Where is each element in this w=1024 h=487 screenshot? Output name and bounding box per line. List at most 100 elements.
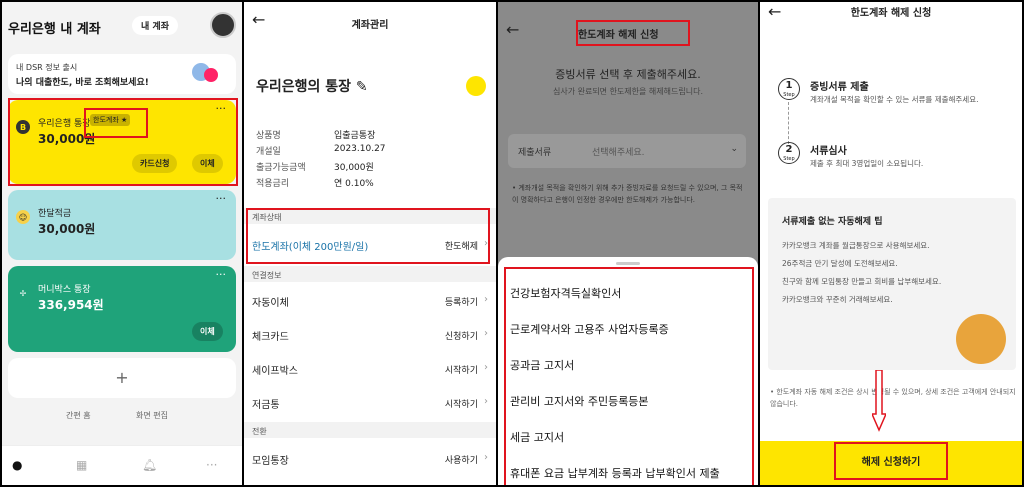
step-title: 서류심사 xyxy=(810,146,847,157)
chevron-right-icon: › xyxy=(484,452,488,463)
home-header: 우리은행 내 계좌 내 계좌 xyxy=(8,12,236,40)
chevron-right-icon: › xyxy=(484,362,488,373)
dimmed-background: ← 한도계좌 해제 신청 증빙서류 선택 후 제출해주세요. 심사가 완료되면 … xyxy=(498,2,758,257)
account-card-moneybox[interactable]: ✢ 머니박스 통장 336,954원 ··· 이체 xyxy=(8,266,236,352)
select-placeholder: 선택해주세요. xyxy=(592,148,645,158)
grid-icon[interactable]: ▦ xyxy=(76,458,87,472)
tip-item: 26주적금 만기 달성에 도전해보세요. xyxy=(782,259,898,268)
section-header: 전환 xyxy=(244,422,496,438)
savings-icon: ☺ xyxy=(16,210,30,224)
account-management-screen: ← 계좌관리 우리은행의 통장 ✎ 상품명 입출금통장 개설일 2023.10.… xyxy=(244,2,496,485)
arrow-down-icon xyxy=(872,370,886,432)
step-number: 2 Step xyxy=(778,142,800,164)
bell-icon[interactable]: 🔔︎ xyxy=(142,458,157,472)
account-name: 한달적금 xyxy=(38,209,72,219)
banner-line1: 내 DSR 정보 출시 xyxy=(16,63,78,72)
info-value: 입출금통장 xyxy=(334,131,376,141)
link-label: 체크카드 xyxy=(252,332,289,343)
document-select[interactable]: 제출서류 선택해주세요. ⌄ xyxy=(508,134,746,168)
highlight-box xyxy=(504,267,754,485)
transfer-button[interactable]: 이체 xyxy=(192,322,223,341)
tip-item: 카카오뱅크 계좌를 월급통장으로 사용해보세요. xyxy=(782,241,930,250)
more-icon[interactable]: ··· xyxy=(216,192,227,205)
screenshot-collage: 우리은행 내 계좌 내 계좌 내 DSR 정보 출시 나의 대출한도, 바로 조… xyxy=(0,0,1024,487)
dsr-banner[interactable]: 내 DSR 정보 출시 나의 대출한도, 바로 조회해보세요! xyxy=(8,54,236,94)
tip-box: 서류제출 없는 자동해제 팁 카카오뱅크 계좌를 월급통장으로 사용해보세요. … xyxy=(768,198,1016,370)
tip-item: 친구와 함께 모임통장 만들고 회비를 납부해보세요. xyxy=(782,277,942,286)
banner-illustration-icon xyxy=(204,68,218,82)
step-title: 증빙서류 제출 xyxy=(810,82,869,93)
account-balance: 336,954원 xyxy=(38,298,104,312)
instruction-title: 증빙서류 선택 후 제출해주세요. xyxy=(555,68,701,81)
document-select-screen: ← 한도계좌 해제 신청 증빙서류 선택 후 제출해주세요. 심사가 완료되면 … xyxy=(498,2,758,485)
info-key: 개설일 xyxy=(256,147,281,157)
bottom-tab-bar: ● ▦ 🔔︎ ··· xyxy=(2,445,242,485)
step-number: 1 Step xyxy=(778,78,800,100)
moneybox-icon: ✢ xyxy=(19,288,27,298)
page-title: 한도계좌 해제 신청 xyxy=(850,8,932,19)
link-row[interactable]: 체크카드 신청하기 › xyxy=(252,324,488,348)
info-value: 30,000원 xyxy=(334,163,374,173)
account-name[interactable]: 우리은행의 통장 ✎ xyxy=(256,76,368,96)
link-action[interactable]: 시작하기 xyxy=(445,363,478,376)
more-icon[interactable]: ··· xyxy=(216,268,227,281)
instruction-subtitle: 심사가 완료되면 한도제한을 해제해드립니다. xyxy=(552,87,703,96)
add-account-button[interactable]: + xyxy=(8,358,236,398)
highlight-box xyxy=(576,20,690,46)
info-key: 적용금리 xyxy=(256,179,290,189)
info-key: 상품명 xyxy=(256,131,281,141)
link-row[interactable]: 저금통 시작하기 › xyxy=(252,392,488,416)
chevron-right-icon: › xyxy=(484,396,488,407)
step-desc: 제출 후 최대 3영업일이 소요됩니다. xyxy=(810,159,924,168)
link-action[interactable]: 등록하기 xyxy=(445,295,478,308)
edit-screen-link[interactable]: 화면 편집 xyxy=(136,410,168,421)
step-desc: 계좌개설 목적을 확인할 수 있는 서류를 제출해주세요. xyxy=(810,95,979,104)
notice-text: • 한도계좌 자동 해제 조건은 상시 변경될 수 있으며, 상세 조건은 고객… xyxy=(770,388,1016,408)
account-name: 머니박스 통장 xyxy=(38,285,91,295)
highlight-box xyxy=(834,442,948,480)
moim-row[interactable]: 모임통장 사용하기 › xyxy=(252,448,488,472)
info-value: 연 0.10% xyxy=(334,179,374,189)
my-account-pill[interactable]: 내 계좌 xyxy=(132,16,178,35)
avatar[interactable] xyxy=(210,12,236,38)
link-label: 모임통장 xyxy=(252,456,289,467)
highlight-box xyxy=(84,108,148,138)
account-balance: 30,000원 xyxy=(38,222,96,236)
simple-home-link[interactable]: 간편 홈 xyxy=(66,410,91,421)
link-action[interactable]: 사용하기 xyxy=(445,453,478,466)
more-icon[interactable]: ··· xyxy=(206,458,217,472)
release-request-screen: ← 한도계좌 해제 신청 1 Step 증빙서류 제출 계좌개설 목적을 확인할 … xyxy=(760,2,1022,485)
header: ← 계좌관리 xyxy=(244,2,496,42)
link-action[interactable]: 신청하기 xyxy=(445,329,478,342)
home-title: 우리은행 내 계좌 xyxy=(8,22,101,37)
chevron-down-icon: ⌄ xyxy=(730,144,738,154)
link-label: 자동이체 xyxy=(252,298,289,309)
info-value: 2023.10.27 xyxy=(334,144,386,154)
tip-title: 서류제출 없는 자동해제 팁 xyxy=(782,217,883,227)
info-key: 출금가능금액 xyxy=(256,163,306,173)
account-color-icon xyxy=(466,76,486,96)
link-row[interactable]: 세이프박스 시작하기 › xyxy=(252,358,488,382)
link-row[interactable]: 자동이체 등록하기 › xyxy=(252,290,488,314)
section-header: 연결정보 xyxy=(244,266,496,282)
sheet-handle[interactable] xyxy=(616,262,640,265)
header: ← 한도계좌 해제 신청 xyxy=(760,2,1022,42)
chevron-right-icon: › xyxy=(484,294,488,305)
step-connector xyxy=(788,102,789,144)
page-title: 계좌관리 xyxy=(351,20,389,31)
select-label: 제출서류 xyxy=(518,148,552,158)
chevron-right-icon: › xyxy=(484,328,488,339)
banner-line2: 나의 대출한도, 바로 조회해보세요! xyxy=(16,78,149,88)
home-screen: 우리은행 내 계좌 내 계좌 내 DSR 정보 출시 나의 대출한도, 바로 조… xyxy=(2,2,242,485)
account-card-savings[interactable]: ☺ 한달적금 30,000원 ··· xyxy=(8,190,236,260)
home-icon[interactable]: ● xyxy=(12,458,22,472)
back-arrow-icon[interactable]: ← xyxy=(506,20,519,39)
tip-item: 카카오뱅크와 꾸준히 거래해보세요. xyxy=(782,295,893,304)
link-label: 저금통 xyxy=(252,400,280,411)
mascot-illustration-icon xyxy=(956,314,1006,364)
link-action[interactable]: 시작하기 xyxy=(445,397,478,410)
highlight-box xyxy=(246,208,490,264)
link-label: 세이프박스 xyxy=(252,366,298,377)
bottom-sheet: 건강보험자격득실확인서 근로계약서와 고용주 사업자등록증 공과금 고지서 관리… xyxy=(498,257,758,485)
notice-text: • 계좌개설 목적을 확인하기 위해 추가 증빙자료를 요청드릴 수 있으며, … xyxy=(512,184,743,204)
